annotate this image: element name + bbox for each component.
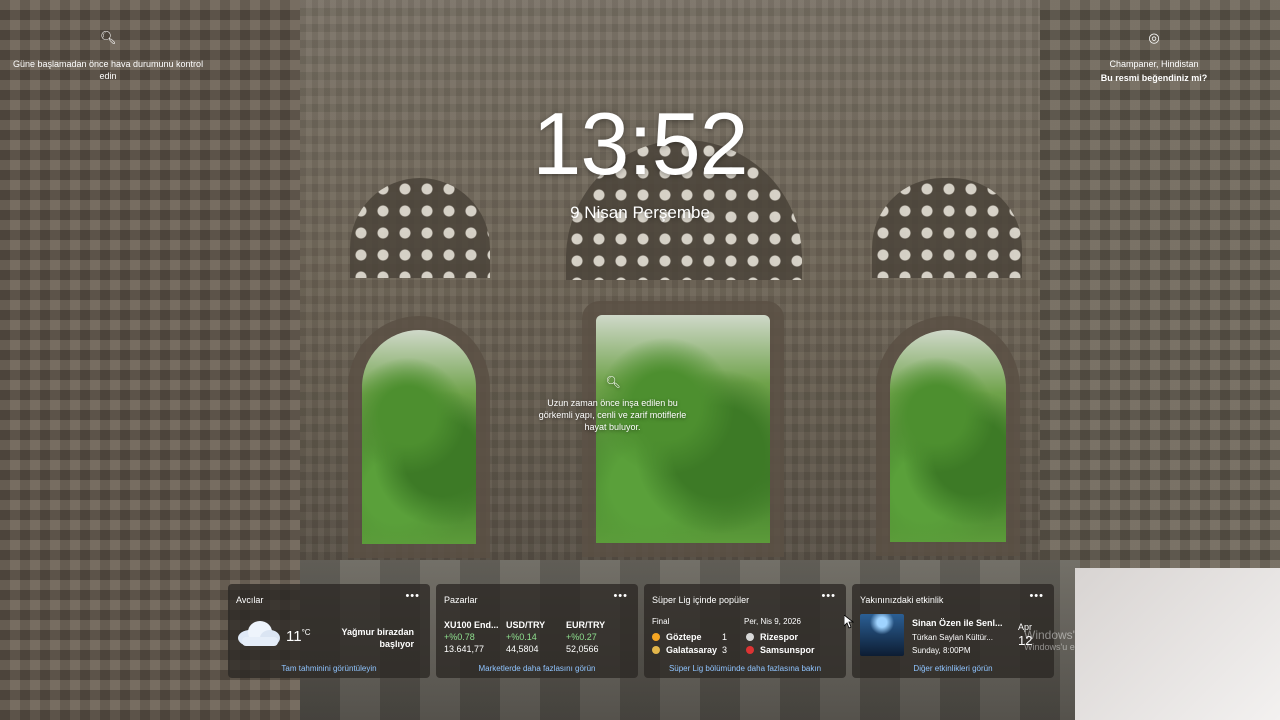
image-info[interactable]: ◎ Champaner, Hindistan Bu resmi beğendin… xyxy=(1054,30,1254,84)
event-time: Sunday, 8:00PM xyxy=(912,646,971,655)
score: 3 xyxy=(722,645,728,655)
like-image-question[interactable]: Bu resmi beğendiniz mi? xyxy=(1054,72,1254,84)
more-options-icon[interactable]: ••• xyxy=(821,590,836,602)
sports-more-link[interactable]: Süper Lig bölümünde daha fazlasına bakın xyxy=(644,664,846,673)
event-thumbnail[interactable] xyxy=(860,614,904,656)
weather-description: Yağmur birazdan başlıyor xyxy=(341,627,414,649)
team-badge-icon xyxy=(746,646,754,654)
markets-widget[interactable]: Pazarlar ••• XU100 End... +%0.78 13.641,… xyxy=(436,584,638,678)
sports-widget[interactable]: Süper Lig içinde popüler ••• Final Per, … xyxy=(644,584,846,678)
team-badge-icon xyxy=(652,646,660,654)
score: 1 xyxy=(722,632,728,642)
markets-title: Pazarlar xyxy=(444,595,478,605)
event-name[interactable]: Sinan Özen ile Senl... xyxy=(912,618,1012,628)
weather-forecast-link[interactable]: Tam tahminini görüntüleyin xyxy=(228,664,430,673)
cloud-icon xyxy=(238,621,280,646)
match-status: Final xyxy=(652,617,670,626)
hotspot-text: Uzun zaman önce inşa edilen bu görkemli … xyxy=(538,398,687,432)
team-badge-icon xyxy=(652,633,660,641)
sports-title: Süper Lig içinde popüler xyxy=(652,595,750,605)
clock-time: 13:52 xyxy=(532,94,748,193)
weather-widget[interactable]: Avcılar ••• 11°C Yağmur birazdan başlıyo… xyxy=(228,584,430,678)
market-item[interactable]: EUR/TRY +%0.27 52,0566 xyxy=(566,619,605,655)
market-item[interactable]: USD/TRY +%0.14 44,5804 xyxy=(506,619,545,655)
more-options-icon[interactable]: ••• xyxy=(613,590,628,602)
more-options-icon[interactable]: ••• xyxy=(1029,590,1044,602)
image-location: Champaner, Hindistan xyxy=(1109,59,1199,69)
events-title: Yakınınızdaki etkinlik xyxy=(860,595,944,605)
mouse-cursor xyxy=(844,615,854,629)
team-home: Göztepe xyxy=(652,632,702,642)
weather-prompt[interactable]: 🔍︎ Güne başlamadan önce hava durumunu ko… xyxy=(8,30,208,82)
location-pin-icon: ◎ xyxy=(1148,30,1160,45)
clock-date: 9 Nisan Perşembe xyxy=(570,203,710,222)
weather-prompt-text: Güne başlamadan önce hava durumunu kontr… xyxy=(12,59,204,81)
activation-watermark: Windows' Windows'u e xyxy=(1024,628,1075,652)
temperature: 11°C xyxy=(286,628,311,645)
search-icon: 🔍︎ xyxy=(100,30,117,45)
market-item[interactable]: XU100 End... +%0.78 13.641,77 xyxy=(444,619,499,655)
events-more-link[interactable]: Diğer etkinlikleri görün xyxy=(852,664,1054,673)
team-away: Samsunspor xyxy=(746,645,815,655)
match-date: Per, Nis 9, 2026 xyxy=(744,617,801,626)
team-home: Galatasaray xyxy=(652,645,717,655)
team-badge-icon xyxy=(746,633,754,641)
search-icon: 🔍︎ xyxy=(605,375,621,389)
event-venue: Türkan Saylan Kültür... xyxy=(912,633,993,642)
more-options-icon[interactable]: ••• xyxy=(405,590,420,602)
weather-location: Avcılar xyxy=(236,595,264,605)
image-hotspot[interactable]: 🔍︎ Uzun zaman önce inşa edilen bu görkem… xyxy=(530,375,695,433)
markets-more-link[interactable]: Marketlerde daha fazlasını görün xyxy=(436,664,638,673)
temperature-unit: °C xyxy=(301,628,311,637)
team-away: Rizespor xyxy=(746,632,798,642)
